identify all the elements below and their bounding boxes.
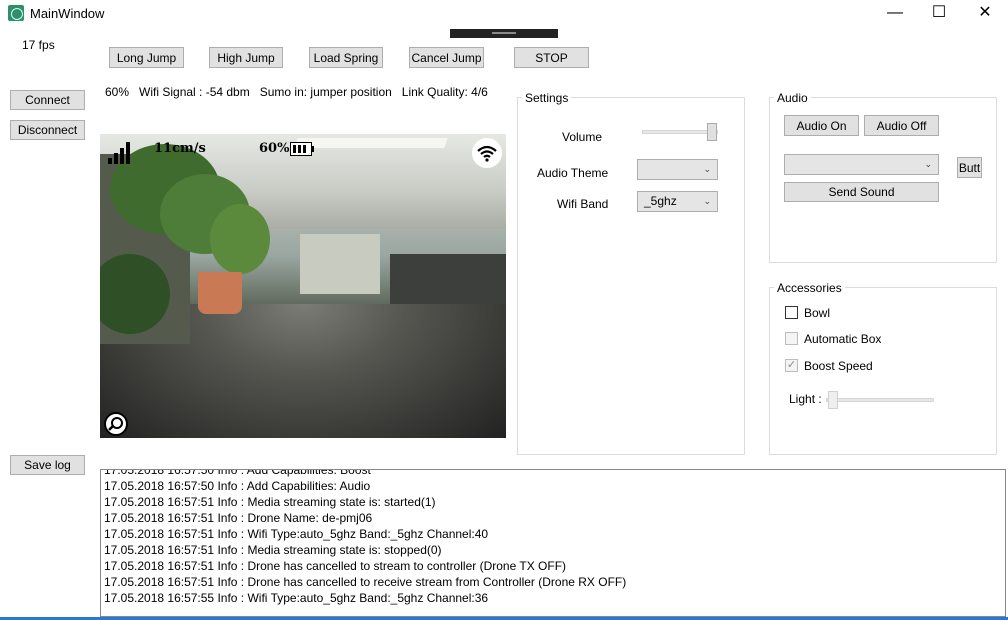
butt-button[interactable]: Butt [957, 157, 982, 178]
chevron-down-icon: ⌄ [703, 164, 711, 174]
video-desk [390, 254, 506, 304]
drag-handle[interactable] [450, 29, 558, 38]
video-feed: 11cm/s 60% [100, 134, 506, 438]
minimize-button[interactable]: — [872, 0, 918, 26]
bowl-checkbox[interactable] [785, 306, 798, 319]
audio-theme-combo[interactable]: ⌄ [637, 159, 718, 180]
log-line: 17.05.2018 16:57:51 Info : Drone has can… [104, 575, 627, 589]
automatic-box-checkbox[interactable] [785, 332, 798, 345]
sound-combo[interactable]: ⌄ [784, 154, 939, 175]
app-icon [8, 5, 24, 21]
log-line: 17.05.2018 16:57:51 Info : Drone Name: d… [104, 511, 373, 525]
log-panel[interactable]: 17.05.2018 16:57:50 Info : Add Capabilit… [100, 469, 1006, 617]
wifi-band-combo[interactable]: _5ghz ⌄ [637, 191, 718, 212]
light-slider-track[interactable] [826, 398, 934, 402]
cancel-jump-button[interactable]: Cancel Jump [409, 47, 484, 68]
video-hallway [300, 234, 380, 294]
checkmark-icon: ✓ [786, 359, 797, 371]
boost-speed-checkbox[interactable]: ✓ [785, 359, 798, 372]
accessories-title: Accessories [774, 281, 845, 295]
video-ceiling-light [294, 138, 448, 148]
long-jump-button[interactable]: Long Jump [109, 47, 184, 68]
log-line: 17.05.2018 16:57:51 Info : Wifi Type:aut… [104, 527, 489, 541]
bowl-label: Bowl [804, 306, 831, 320]
volume-label: Volume [562, 130, 603, 144]
send-sound-button[interactable]: Send Sound [784, 182, 939, 202]
signal-strength-icon [108, 142, 130, 164]
log-line: 17.05.2018 16:57:51 Info : Media streami… [104, 543, 442, 557]
wifi-band-label: Wifi Band [557, 197, 609, 211]
settings-title: Settings [522, 91, 572, 105]
close-button[interactable]: ✕ [962, 0, 1008, 26]
wifi-band-value: _5ghz [644, 194, 677, 208]
log-line: 17.05.2018 16:57:51 Info : Media streami… [104, 495, 436, 509]
stop-button[interactable]: STOP [514, 47, 589, 68]
automatic-box-label: Automatic Box [804, 332, 882, 346]
log-line: 17.05.2018 16:57:51 Info : Drone has can… [104, 559, 567, 573]
close-icon: ✕ [978, 4, 992, 21]
video-plant-pot [198, 272, 242, 314]
status-line: 60% Wifi Signal : -54 dbm Sumo in: jumpe… [105, 85, 488, 99]
log-line: 17.05.2018 16:57:50 Info : Add Capabilit… [104, 479, 371, 493]
minimize-icon: — [887, 4, 903, 21]
volume-slider-thumb[interactable] [707, 123, 717, 141]
maximize-icon: ☐ [931, 4, 947, 21]
log-line: 17.05.2018 16:57:50 Info : Add Capabilit… [104, 469, 371, 477]
disconnect-button[interactable]: Disconnect [10, 120, 85, 140]
light-label: Light : [789, 392, 822, 406]
audio-theme-label: Audio Theme [537, 166, 609, 180]
light-slider-thumb[interactable] [828, 391, 838, 409]
battery-readout: 60% [259, 141, 290, 156]
speed-readout: 11cm/s [154, 141, 206, 156]
fps-label: 17 fps [22, 38, 55, 52]
chevron-down-icon: ⌄ [924, 159, 932, 169]
video-plant [210, 204, 270, 274]
load-spring-button[interactable]: Load Spring [309, 47, 383, 68]
audio-on-button[interactable]: Audio On [784, 115, 859, 136]
settings-group [517, 97, 745, 455]
save-log-button[interactable]: Save log [10, 455, 85, 475]
log-list: 17.05.2018 16:57:50 Info : Add Capabilit… [104, 469, 627, 606]
ar-marker-icon [104, 412, 128, 436]
battery-icon [290, 142, 314, 156]
title-bar: MainWindow — ☐ ✕ [0, 0, 1008, 26]
window-title: MainWindow [30, 6, 105, 21]
connect-button[interactable]: Connect [10, 90, 85, 110]
chevron-down-icon: ⌄ [703, 196, 711, 206]
boost-speed-label: Boost Speed [804, 359, 873, 373]
log-line: 17.05.2018 16:57:55 Info : Wifi Type:aut… [104, 591, 489, 605]
maximize-button[interactable]: ☐ [916, 0, 962, 26]
wifi-icon [472, 138, 502, 168]
high-jump-button[interactable]: High Jump [209, 47, 283, 68]
audio-title: Audio [774, 91, 811, 105]
audio-off-button[interactable]: Audio Off [864, 115, 939, 136]
